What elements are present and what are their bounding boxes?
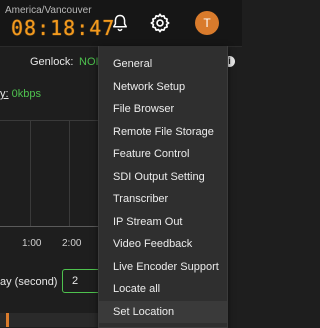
- bitrate-chart: [0, 120, 100, 227]
- menu-item-network-setup[interactable]: Network Setup: [99, 76, 227, 98]
- top-bar: America/Vancouver 08:18:47 T: [0, 0, 242, 47]
- chart-tick-label: 2:00: [62, 238, 82, 249]
- menu-item-transcriber[interactable]: Transcriber: [99, 188, 227, 210]
- bell-icon[interactable]: [110, 13, 130, 33]
- genlock-value: NOI: [79, 56, 99, 68]
- menu-item-set-location[interactable]: Set Location: [99, 301, 227, 323]
- menu-item-locate-all[interactable]: Locate all: [99, 278, 227, 300]
- menu-item-file-browser[interactable]: File Browser: [99, 98, 227, 120]
- delay-label: ay (second): [0, 276, 58, 288]
- menu-item-ip-stream-out[interactable]: IP Stream Out: [99, 211, 227, 233]
- chart-tick-label: 1:00: [22, 238, 42, 249]
- chart-gridline: [30, 121, 31, 227]
- menu-item-general[interactable]: General: [99, 53, 227, 75]
- digital-clock: 08:18:47: [11, 16, 116, 40]
- chart-gridline: [69, 121, 70, 227]
- bitrate-key: y:: [0, 88, 9, 100]
- settings-dropdown-menu: General Network Setup File Browser Remot…: [98, 46, 228, 328]
- menu-item-live-encoder-support[interactable]: Live Encoder Support: [99, 256, 227, 278]
- menu-item-sdi-output-setting[interactable]: SDI Output Setting: [99, 166, 227, 188]
- gear-icon[interactable]: [149, 12, 171, 34]
- genlock-label: Genlock:: [30, 56, 74, 68]
- menu-item-remote-file-storage[interactable]: Remote File Storage: [99, 121, 227, 143]
- timeline-marker: [6, 313, 9, 327]
- chart-x-axis: [0, 226, 100, 227]
- menu-item-feature-control[interactable]: Feature Control: [99, 143, 227, 165]
- timeline-strip: [0, 313, 100, 327]
- timezone-label: America/Vancouver: [5, 5, 92, 16]
- user-avatar[interactable]: T: [195, 11, 219, 35]
- bitrate-value: 0kbps: [11, 88, 41, 100]
- bitrate-label: y: 0kbps: [0, 88, 41, 100]
- delay-input[interactable]: 2: [62, 269, 102, 293]
- menu-item-video-feedback[interactable]: Video Feedback: [99, 233, 227, 255]
